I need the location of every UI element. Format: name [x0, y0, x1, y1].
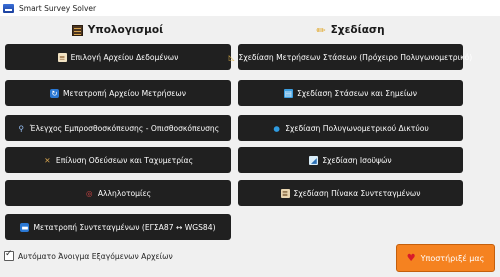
refresh-icon: ↻ — [50, 88, 59, 98]
draw-contours-button[interactable]: ◢ Σχεδίαση Ισοϋψών — [238, 147, 463, 173]
target-icon: ◎ — [86, 188, 93, 198]
button-label: Σχεδίαση Πίνακα Συντεταγμένων — [293, 188, 421, 198]
button-label: Σχεδίαση Μετρήσεων Στάσεων (Πρόχειρο Πολ… — [238, 52, 473, 62]
button-label: Μετατροπή Συντεταγμένων (ΕΓΣΑ87 ↔ WGS84) — [33, 222, 216, 232]
support-label: Υποστήριξέ μας — [420, 253, 485, 263]
draw-traverse-network-button[interactable]: ● Σχεδίαση Πολυγωνομετρικού Δικτύου — [238, 115, 463, 141]
button-label: Μετατροπή Αρχείου Μετρήσεων — [63, 88, 186, 98]
foresight-backsight-check-button[interactable]: ⚲ Έλεγχος Εμπροσθοσκόπευσης - Οπισθοσκόπ… — [5, 115, 231, 141]
coordinate-conversion-button[interactable]: ▬ Μετατροπή Συντεταγμένων (ΕΓΣΑ87 ↔ WGS8… — [5, 214, 231, 240]
auto-open-label: Αυτόματο Άνοιγμα Εξαγόμενων Αρχείων — [18, 251, 173, 261]
button-label: Σχεδίαση Πολυγωνομετρικού Δικτύου — [285, 123, 429, 133]
abacus-icon — [71, 24, 83, 36]
calculations-title: Υπολογισμοί — [87, 24, 164, 36]
intersections-button[interactable]: ◎ Αλληλοτομίες — [5, 180, 231, 206]
button-label: Αλληλοτομίες — [97, 188, 152, 198]
auto-open-checkbox[interactable] — [4, 249, 14, 261]
tools-icon: ✕ — [44, 155, 51, 165]
draw-station-measurements-button[interactable]: ◺ Σχεδίαση Μετρήσεων Στάσεων (Πρόχειρο Π… — [229, 44, 472, 70]
drawing-heading: ✏ Σχεδίαση — [238, 21, 463, 39]
triangle-ruler-icon: ◺ — [228, 52, 235, 62]
pencil-icon: ✏ — [316, 23, 326, 37]
document-icon: ≡ — [57, 52, 67, 62]
button-label: Έλεγχος Εμπροσθοσκόπευσης - Οπισθοσκόπευ… — [29, 123, 220, 133]
button-label: Επίλυση Οδεύσεων και Ταχυμετρίας — [55, 155, 194, 165]
button-label: Σχεδίαση Ισοϋψών — [322, 155, 392, 165]
window-titlebar: Smart Survey Solver — [0, 0, 500, 16]
convert-measurements-file-button[interactable]: ↻ Μετατροπή Αρχείου Μετρήσεων — [5, 80, 231, 106]
app-icon — [3, 3, 14, 13]
support-button[interactable]: ♥ Υποστήριξέ μας — [396, 244, 495, 272]
draw-stations-points-button[interactable]: ▤ Σχεδίαση Στάσεων και Σημείων — [238, 80, 463, 106]
button-label: Σχεδίαση Στάσεων και Σημείων — [296, 88, 418, 98]
heart-icon: ♥ — [406, 252, 416, 264]
magnifier-icon: ⚲ — [18, 123, 25, 133]
button-label: Επιλογή Αρχείου Δεδομένων — [70, 52, 179, 62]
select-data-file-button[interactable]: ≡ Επιλογή Αρχείου Δεδομένων — [5, 44, 231, 70]
drawing-title: Σχεδίαση — [330, 24, 385, 36]
clipboard-icon: ≣ — [280, 188, 290, 198]
auto-open-option[interactable]: Αυτόματο Άνοιγμα Εξαγόμενων Αρχείων — [4, 249, 173, 262]
traverse-tacheometry-button[interactable]: ✕ Επίλυση Οδεύσεων και Ταχυμετρίας — [5, 147, 231, 173]
calculations-heading: Υπολογισμοί — [5, 21, 230, 39]
globe-icon: ● — [273, 123, 280, 133]
swap-icon: ▬ — [20, 222, 30, 232]
window-title: Smart Survey Solver — [19, 3, 97, 13]
contour-chart-icon: ◢ — [309, 155, 319, 165]
map-icon: ▤ — [283, 88, 293, 98]
draw-coordinates-table-button[interactable]: ≣ Σχεδίαση Πίνακα Συντεταγμένων — [238, 180, 463, 206]
